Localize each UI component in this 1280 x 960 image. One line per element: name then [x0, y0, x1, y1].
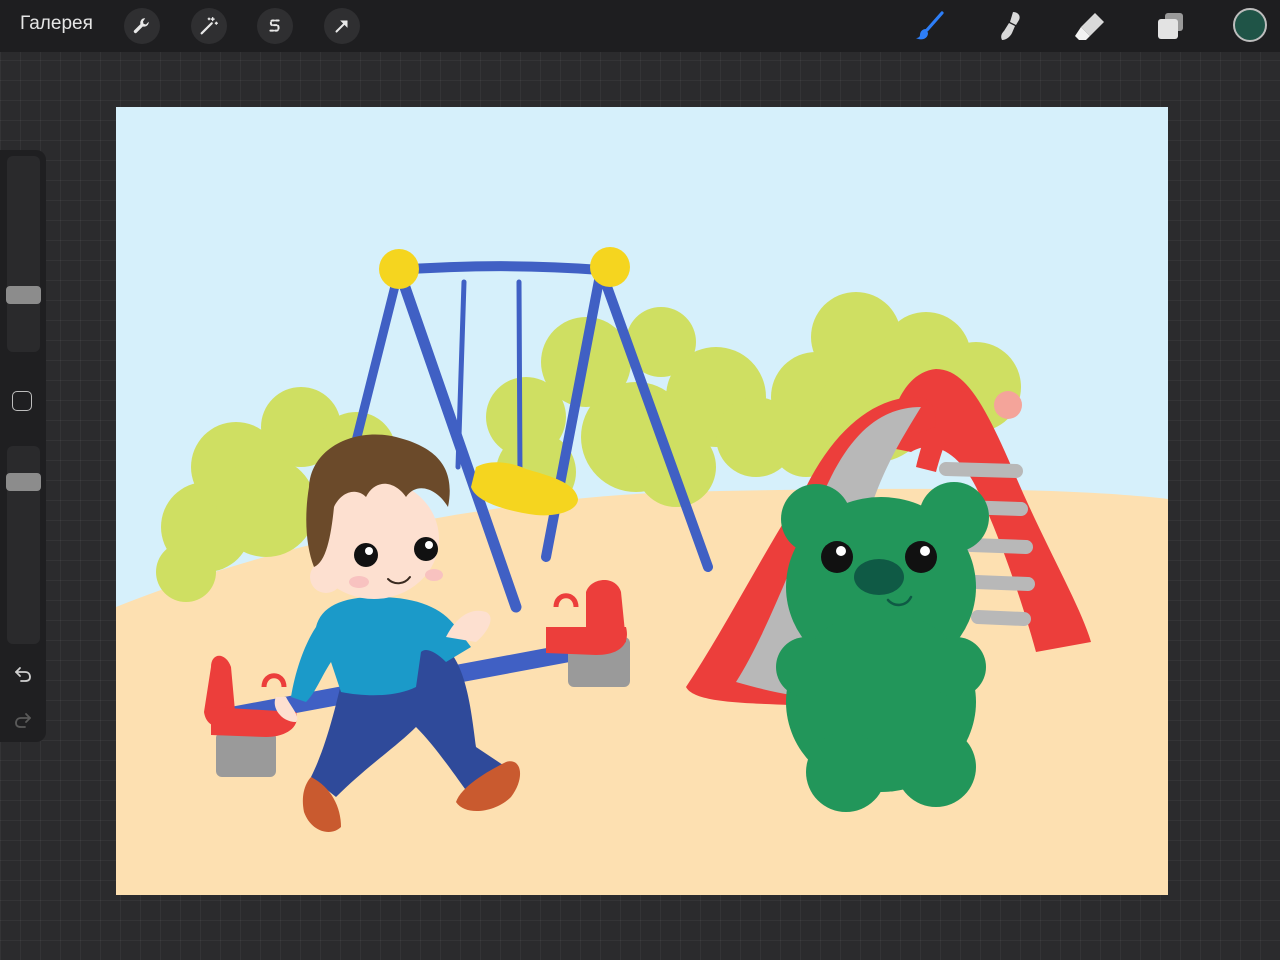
color-picker-button[interactable]: [1233, 8, 1267, 42]
layers-button[interactable]: [1150, 8, 1190, 44]
gallery-button[interactable]: Галерея: [20, 13, 93, 35]
actions-button[interactable]: [124, 8, 160, 44]
smudge-icon: [1001, 12, 1020, 40]
playground-illustration: [116, 107, 1168, 895]
eraser-icon: [1075, 13, 1104, 40]
modify-button[interactable]: [12, 391, 32, 411]
smudge-tool-button[interactable]: [990, 8, 1030, 44]
undo-icon[interactable]: [11, 662, 35, 686]
bear-character: [776, 482, 989, 812]
left-sidebar: [0, 150, 46, 742]
brush-size-slider[interactable]: [7, 156, 40, 352]
selection-button[interactable]: [257, 8, 293, 44]
transform-button[interactable]: [324, 8, 360, 44]
transform-arrow-icon: [335, 20, 348, 33]
brush-icon: [916, 11, 944, 40]
adjustments-button[interactable]: [191, 8, 227, 44]
magic-wand-icon: [200, 17, 218, 35]
top-toolbar: Галерея: [0, 0, 1280, 52]
opacity-thumb[interactable]: [6, 473, 41, 491]
wrench-icon: [133, 18, 149, 34]
selection-s-icon: [269, 19, 280, 32]
eraser-tool-button[interactable]: [1070, 8, 1110, 44]
brush-size-thumb[interactable]: [6, 285, 41, 304]
layers-icon: [1158, 13, 1183, 39]
redo-icon[interactable]: [11, 708, 35, 732]
brush-tool-button[interactable]: [910, 8, 950, 44]
drawing-canvas[interactable]: [116, 107, 1168, 895]
